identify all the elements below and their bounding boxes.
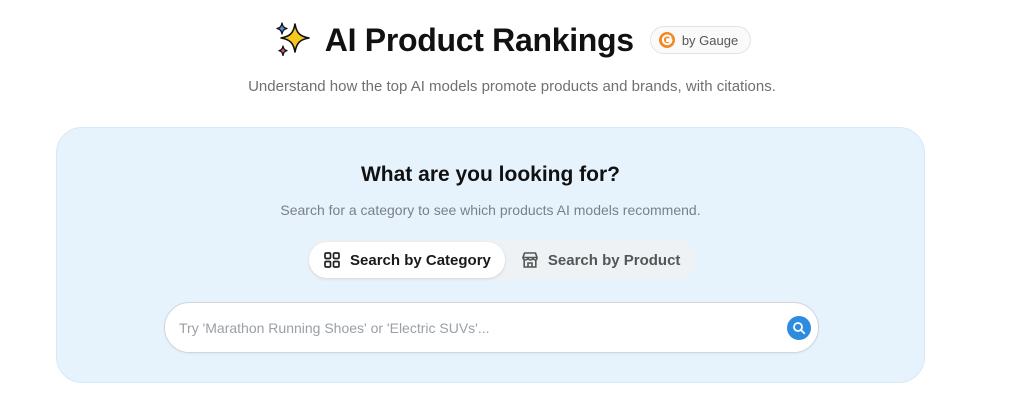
header: AI Product Rankings by Gauge xyxy=(0,20,1024,60)
tab-label: Search by Category xyxy=(350,251,491,269)
card-heading: What are you looking for? xyxy=(360,163,620,186)
search-button[interactable] xyxy=(787,316,811,340)
gauge-logo-icon xyxy=(658,32,675,48)
tab-search-by-category[interactable]: Search by Category xyxy=(309,242,505,278)
page-title: AI Product Rankings xyxy=(324,21,634,58)
gauge-badge-label: by Gauge xyxy=(681,32,739,48)
sparkle-icon xyxy=(276,22,310,57)
gauge-badge[interactable]: by Gauge xyxy=(649,26,752,54)
grid-icon xyxy=(324,252,340,268)
search-icon xyxy=(793,322,806,335)
search-card: What are you looking for? Search for a c… xyxy=(56,127,925,383)
tab-search-by-product[interactable]: Search by Product xyxy=(507,242,695,278)
tab-label: Search by Product xyxy=(547,251,681,269)
page-subtitle: Understand how the top AI models promote… xyxy=(248,78,776,95)
card-subheading: Search for a category to see which produ… xyxy=(280,202,701,218)
search-input[interactable] xyxy=(179,303,769,352)
store-icon xyxy=(522,252,538,268)
search-mode-tabs: Search by Category Search by Product xyxy=(307,240,697,280)
search-box xyxy=(164,302,819,353)
page: AI Product Rankings by Gauge Understand … xyxy=(0,0,1024,417)
